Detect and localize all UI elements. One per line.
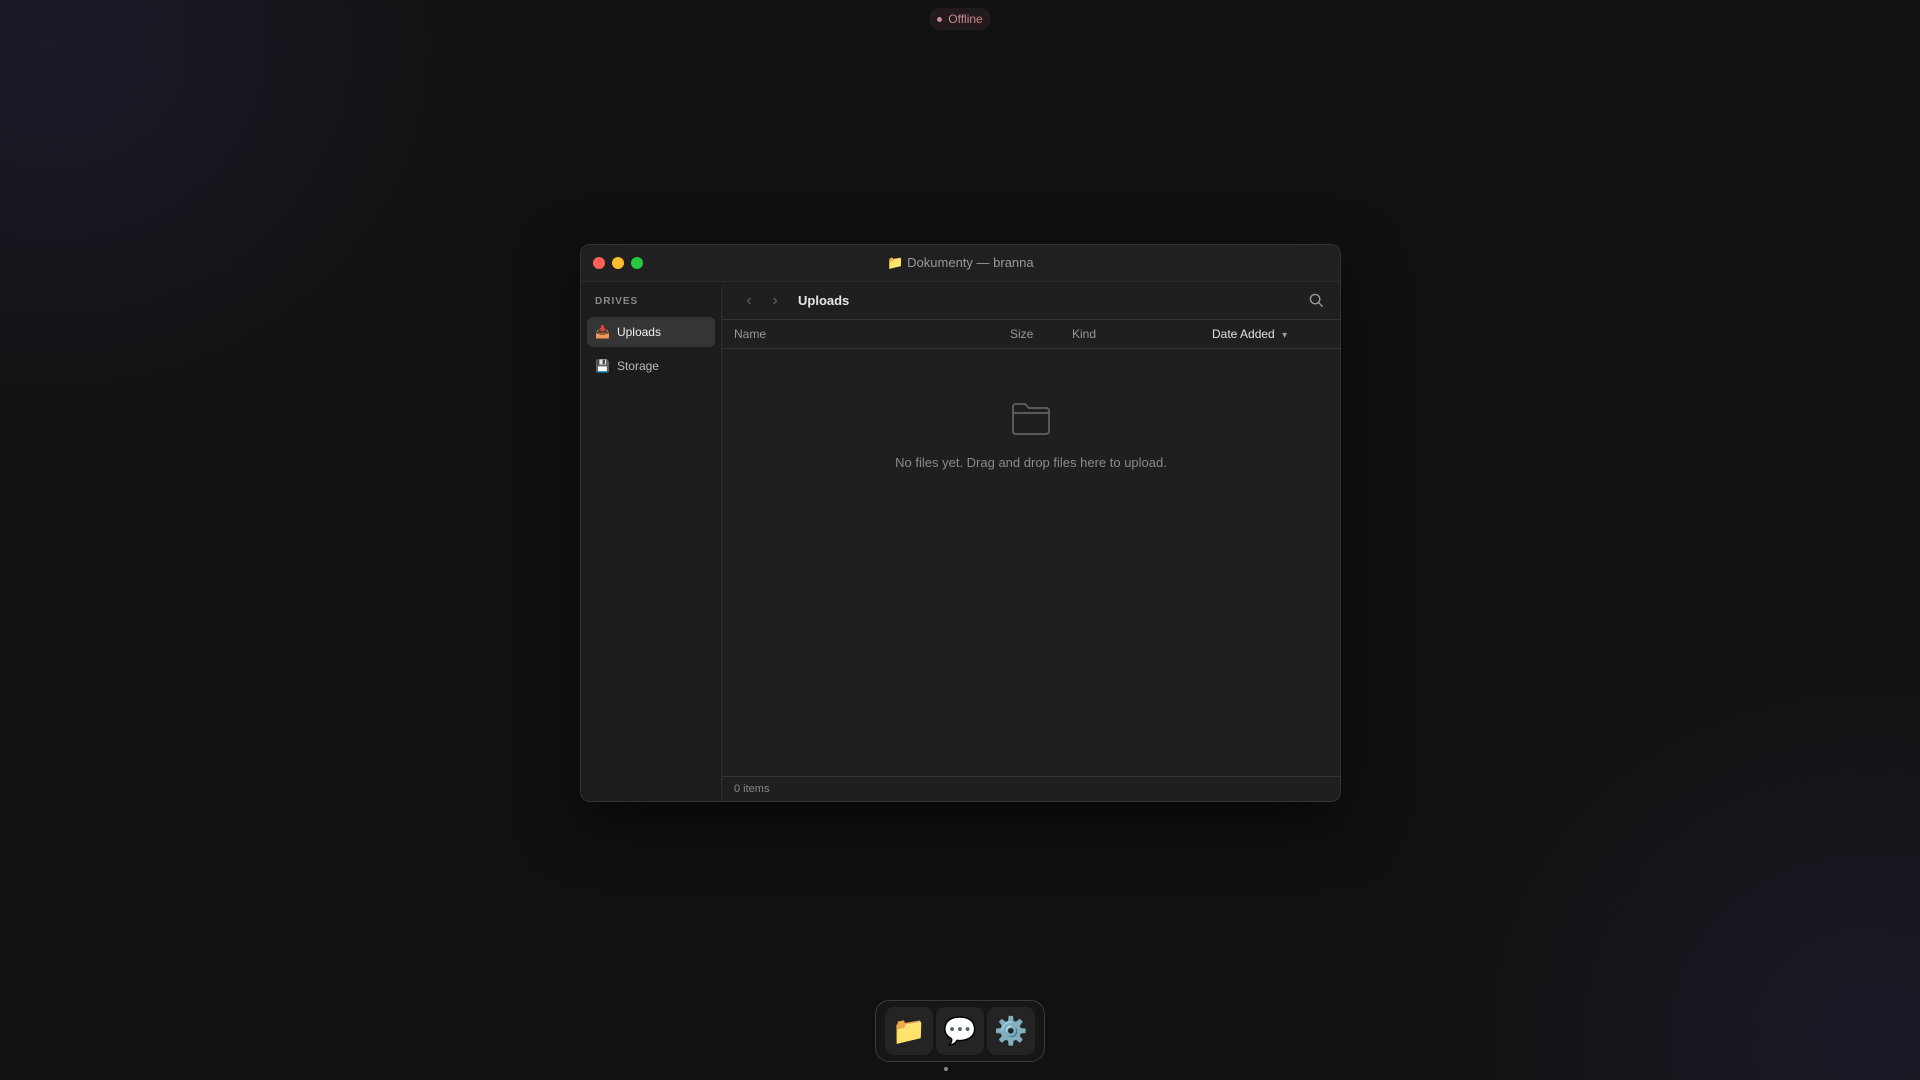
column-size[interactable]: Size xyxy=(1010,327,1033,341)
back-button[interactable]: ‹ xyxy=(736,292,762,310)
background-glow xyxy=(1420,630,1920,1080)
search-icon[interactable] xyxy=(1309,293,1324,313)
dock-messages-button[interactable]: 💬 xyxy=(936,1007,984,1055)
status-label: Offline xyxy=(948,12,983,26)
sidebar-item-uploads[interactable]: 📥 Uploads xyxy=(587,317,715,347)
close-button[interactable] xyxy=(593,257,605,269)
inbox-tray-icon: 📥 xyxy=(595,325,610,339)
window-title-text: Dokumenty — branna xyxy=(907,255,1034,270)
floppy-disk-icon: 💾 xyxy=(595,359,610,373)
connection-status-badge: Offline xyxy=(929,8,991,30)
empty-state: No files yet. Drag and drop files here t… xyxy=(722,402,1340,470)
column-name[interactable]: Name xyxy=(734,327,766,341)
sort-descending-icon: ▾ xyxy=(1282,330,1288,341)
file-manager-window: 📁 Dokumenty — branna DRIVES 📥 Uploads 💾 … xyxy=(580,244,1341,802)
column-kind[interactable]: Kind xyxy=(1072,327,1096,341)
main-pane: ‹ › Uploads Name Size Kind Date Added ▾ … xyxy=(721,282,1340,801)
sidebar-item-storage[interactable]: 💾 Storage xyxy=(587,351,715,381)
window-title: 📁 Dokumenty — branna xyxy=(581,255,1340,271)
empty-folder-icon xyxy=(1012,403,1050,435)
forward-button[interactable]: › xyxy=(762,292,788,310)
dock: 📁 💬 ⚙️ xyxy=(875,1000,1045,1062)
sidebar-item-label: Uploads xyxy=(616,325,661,339)
column-date-added[interactable]: Date Added ▾ xyxy=(1212,327,1287,341)
folder-icon: 📁 xyxy=(892,1016,926,1046)
sidebar-heading: DRIVES xyxy=(595,296,639,307)
toolbar: ‹ › Uploads xyxy=(722,282,1340,320)
status-bar: 0 items xyxy=(722,776,1340,801)
speech-bubble-icon: 💬 xyxy=(943,1016,977,1046)
gear-icon: ⚙️ xyxy=(994,1016,1028,1046)
dock-files-button[interactable]: 📁 xyxy=(885,1007,933,1055)
background-glow xyxy=(0,0,500,450)
sidebar: DRIVES 📥 Uploads 💾 Storage xyxy=(581,282,721,801)
minimize-button[interactable] xyxy=(612,257,624,269)
sidebar-item-label: Storage xyxy=(616,359,659,373)
breadcrumb: Uploads xyxy=(798,293,850,308)
titlebar[interactable]: 📁 Dokumenty — branna xyxy=(581,245,1340,282)
running-indicator xyxy=(944,1067,948,1071)
folder-icon: 📁 xyxy=(887,255,904,270)
column-date-added-label: Date Added xyxy=(1212,327,1275,341)
item-count: 0 items xyxy=(734,783,770,795)
maximize-button[interactable] xyxy=(631,257,643,269)
dock-settings-button[interactable]: ⚙️ xyxy=(987,1007,1035,1055)
empty-state-message: No files yet. Drag and drop files here t… xyxy=(895,455,1167,470)
column-header-row: Name Size Kind Date Added ▾ xyxy=(722,320,1340,349)
status-dot-icon xyxy=(937,16,943,22)
